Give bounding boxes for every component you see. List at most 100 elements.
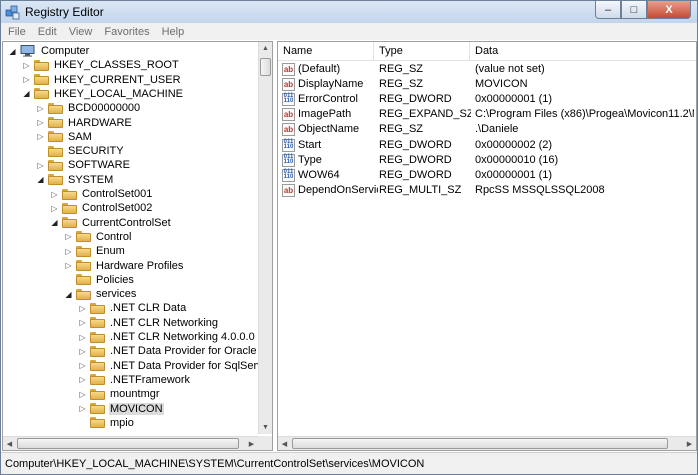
- tree-node[interactable]: ▷ HKEY_CLASSES_ROOT: [22, 58, 180, 72]
- folder-icon: [90, 360, 105, 372]
- value-row[interactable]: 011 110 ErrorControl REG_DWORD 0x00000001 (1…: [278, 92, 696, 107]
- tree-node[interactable]: ▷ ControlSet002: [50, 201, 153, 215]
- tree-node[interactable]: SECURITY: [36, 144, 125, 158]
- tree-node[interactable]: ▷ SOFTWARE: [36, 158, 131, 172]
- string-value-icon: ab: [282, 183, 295, 197]
- tree-node[interactable]: ▷ Hardware Profiles: [64, 259, 184, 273]
- tree-node[interactable]: mpio: [78, 416, 135, 430]
- value-data: C:\Program Files (x86)\Progea\Movicon11.…: [475, 108, 694, 121]
- expand-arrow-icon[interactable]: ◢: [64, 287, 73, 301]
- collapse-arrow-icon[interactable]: ▷: [64, 230, 73, 244]
- value-row[interactable]: ab DisplayName REG_SZ MOVICON: [278, 77, 696, 92]
- collapse-arrow-icon[interactable]: ▷: [78, 301, 87, 315]
- key-tree-pane[interactable]: ◢ Computer ▷ HKEY_CLASSES_ROOT ▷ HKEY_CURRENT…: [2, 41, 273, 451]
- tree-node[interactable]: ▷ .NET CLR Networking 4.0.0.0: [78, 330, 256, 344]
- menu-file[interactable]: File: [1, 23, 31, 40]
- value-row[interactable]: ab ImagePath REG_EXPAND_SZ C:\Program Files…: [278, 107, 696, 122]
- collapse-arrow-icon[interactable]: ▷: [36, 116, 45, 130]
- folder-icon: [90, 331, 105, 343]
- title-bar[interactable]: Registry Editor – □ X: [1, 1, 697, 23]
- collapse-arrow-icon[interactable]: ▷: [78, 387, 87, 401]
- column-header-data[interactable]: Data: [470, 42, 696, 60]
- menu-edit[interactable]: Edit: [31, 23, 62, 40]
- values-horizontal-scrollbar[interactable]: ◀ ▶: [278, 436, 696, 450]
- collapse-arrow-icon[interactable]: ▷: [64, 244, 73, 258]
- expand-arrow-icon[interactable]: ◢: [36, 173, 45, 187]
- collapse-arrow-icon[interactable]: ▷: [78, 402, 87, 416]
- tree-node[interactable]: ▷ .NET CLR Data: [78, 301, 187, 315]
- collapse-arrow-icon[interactable]: ▷: [36, 158, 45, 172]
- collapse-arrow-icon[interactable]: ▷: [78, 344, 87, 358]
- tree-node[interactable]: ▷ HKEY_CURRENT_USER: [22, 73, 182, 87]
- collapse-arrow-icon[interactable]: ▷: [78, 330, 87, 344]
- tree-node[interactable]: ▷ BCD00000000: [36, 101, 141, 115]
- tree-node-label: .NET CLR Data: [110, 302, 187, 315]
- menu-favorites[interactable]: Favorites: [97, 23, 154, 40]
- collapse-arrow-icon[interactable]: ▷: [22, 58, 31, 72]
- tree-node[interactable]: ▷ Control: [64, 230, 132, 244]
- column-header-type[interactable]: Type: [374, 42, 470, 60]
- tree-node[interactable]: ▷ .NET Data Provider for Oracle: [78, 344, 258, 358]
- tree-node-label: services: [96, 288, 137, 301]
- tree-node[interactable]: ▷ .NETFramework: [78, 373, 191, 387]
- value-row[interactable]: 011 110 Type REG_DWORD 0x00000010 (16): [278, 153, 696, 168]
- collapse-arrow-icon[interactable]: ▷: [36, 101, 45, 115]
- expand-arrow-icon[interactable]: ◢: [8, 44, 17, 58]
- scroll-left-icon[interactable]: ◀: [278, 437, 291, 450]
- scroll-right-icon[interactable]: ▶: [683, 437, 696, 450]
- collapse-arrow-icon[interactable]: ▷: [22, 73, 31, 87]
- menu-help[interactable]: Help: [155, 23, 190, 40]
- values-horizontal-scroll-thumb[interactable]: [292, 438, 668, 449]
- folder-icon: [76, 260, 91, 271]
- collapse-arrow-icon[interactable]: ▷: [78, 359, 87, 373]
- tree-node[interactable]: Policies: [64, 273, 135, 287]
- values-pane[interactable]: Name Type Data ab (Default) REG_SZ (value n…: [277, 41, 697, 451]
- tree-node[interactable]: ▷ .NET Data Provider for SqlServer: [78, 359, 272, 373]
- value-data: (value not set): [475, 63, 545, 75]
- value-data: 0x00000001 (1): [475, 168, 553, 181]
- tree-node[interactable]: ▷ ControlSet001: [50, 187, 153, 201]
- collapse-arrow-icon[interactable]: ▷: [50, 187, 59, 201]
- tree-horizontal-scrollbar[interactable]: ◀ ▶: [3, 436, 258, 450]
- tree-node[interactable]: ◢ Computer: [8, 44, 90, 58]
- tree-horizontal-scroll-thumb[interactable]: [17, 438, 239, 449]
- maximize-button[interactable]: □: [621, 1, 647, 19]
- collapse-arrow-icon[interactable]: ▷: [36, 130, 45, 144]
- tree-node[interactable]: ▷ SAM: [36, 130, 93, 144]
- column-header-name[interactable]: Name: [278, 42, 374, 60]
- tree-node-label: SECURITY: [68, 145, 124, 158]
- tree-node[interactable]: ▷ Enum: [64, 244, 126, 258]
- collapse-arrow-icon[interactable]: ▷: [78, 373, 87, 387]
- tree-node[interactable]: ◢ HKEY_LOCAL_MACHINE: [22, 87, 184, 101]
- tree-vertical-scrollbar[interactable]: ▲ ▼: [258, 42, 272, 434]
- expand-arrow-icon[interactable]: ◢: [50, 216, 59, 230]
- menu-view[interactable]: View: [62, 23, 98, 40]
- scroll-down-icon[interactable]: ▼: [259, 421, 272, 434]
- tree-node[interactable]: ▷ .NET CLR Networking: [78, 316, 219, 330]
- close-button[interactable]: X: [647, 1, 691, 19]
- value-row[interactable]: ab (Default) REG_SZ (value not set): [278, 62, 696, 77]
- tree-node[interactable]: ◢ CurrentControlSet: [50, 216, 172, 230]
- tree-node[interactable]: ◢ SYSTEM: [36, 173, 114, 187]
- scroll-right-icon[interactable]: ▶: [245, 437, 258, 450]
- value-row[interactable]: 011 110 Start REG_DWORD 0x00000002 (2): [278, 138, 696, 153]
- tree-node[interactable]: ▷ mountmgr: [78, 387, 161, 401]
- collapse-arrow-icon[interactable]: ▷: [78, 316, 87, 330]
- value-type: REG_DWORD: [379, 168, 452, 181]
- tree-node[interactable]: ▷ MOVICON: [78, 402, 164, 416]
- value-type: REG_SZ: [379, 78, 424, 91]
- collapse-arrow-icon[interactable]: ▷: [50, 201, 59, 215]
- collapse-arrow-icon[interactable]: ▷: [64, 259, 73, 273]
- value-row[interactable]: abDependOnServiceREG_MULTI_SZ RpcSS MSSQL…: [278, 183, 696, 198]
- tree-vertical-scroll-thumb[interactable]: [260, 58, 271, 76]
- tree-node[interactable]: ▷ HARDWARE: [36, 116, 133, 130]
- scroll-left-icon[interactable]: ◀: [3, 437, 16, 450]
- minimize-button[interactable]: –: [595, 1, 621, 19]
- scroll-up-icon[interactable]: ▲: [259, 42, 272, 55]
- values-list-header: Name Type Data: [278, 42, 696, 61]
- tree-node-label: BCD00000000: [68, 102, 141, 115]
- value-row[interactable]: ab ObjectName REG_SZ .\Daniele: [278, 122, 696, 137]
- expand-arrow-icon[interactable]: ◢: [22, 87, 31, 101]
- tree-node[interactable]: ◢ services: [64, 287, 137, 301]
- value-row[interactable]: 011 110 WOW64 REG_DWORD 0x00000001 (1): [278, 168, 696, 183]
